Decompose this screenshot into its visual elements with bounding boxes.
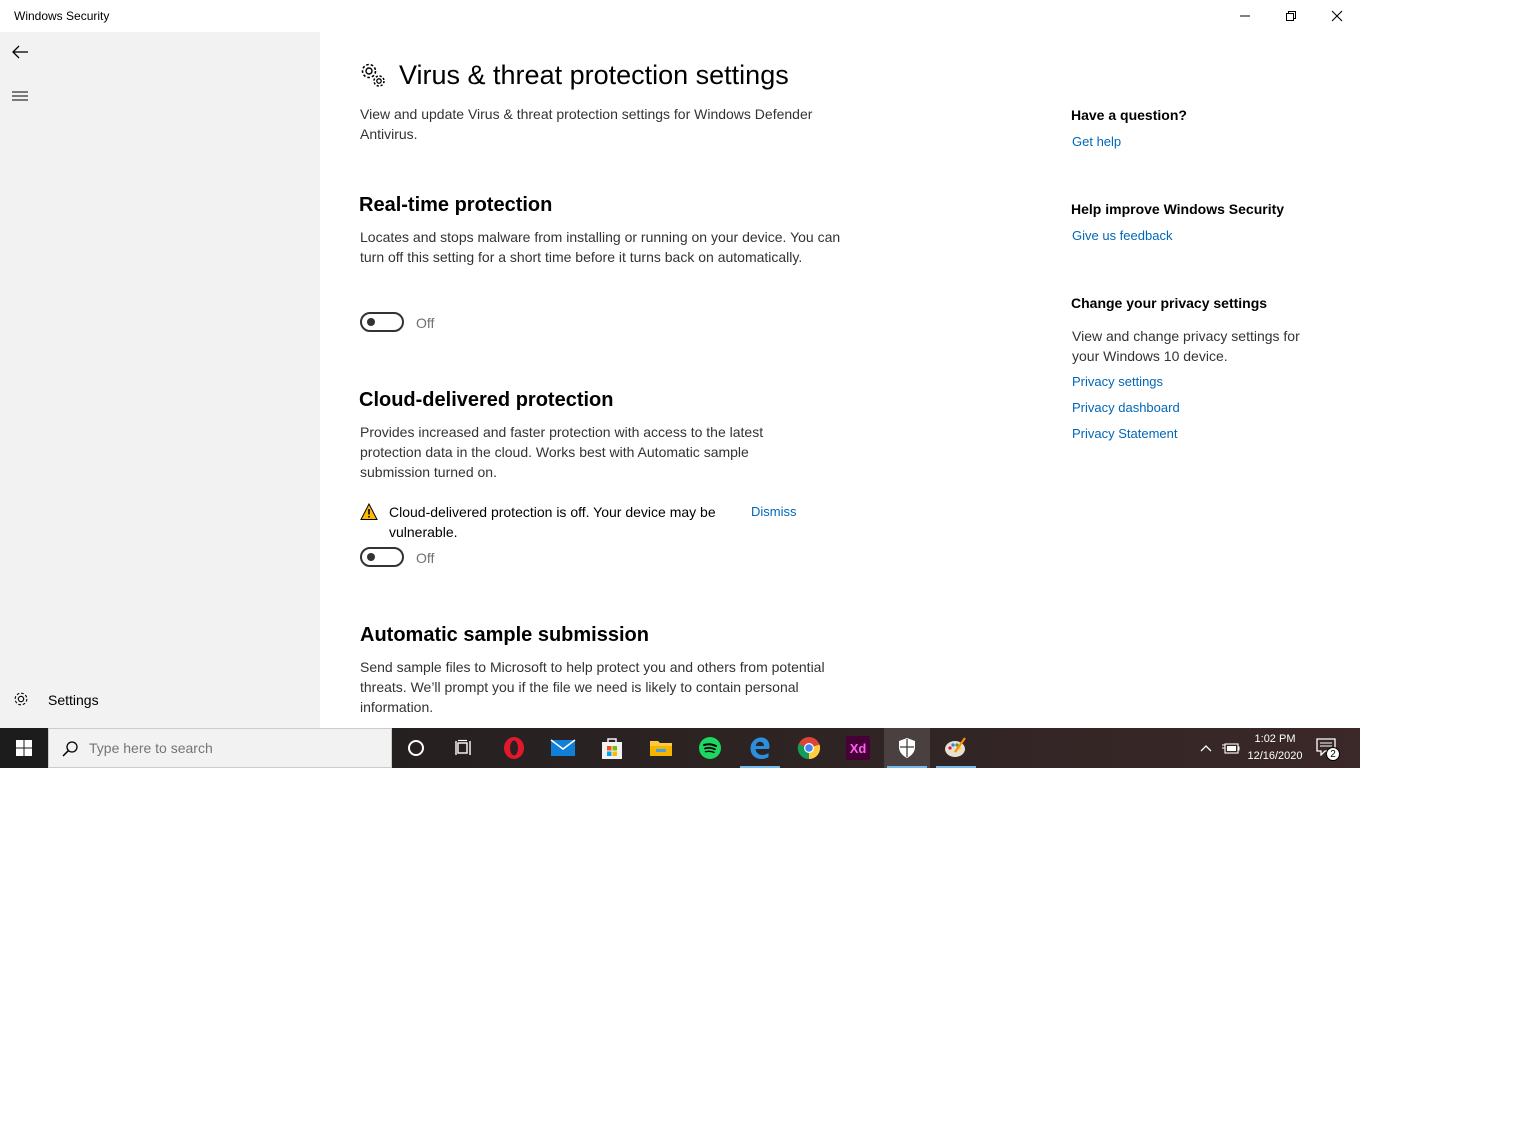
close-button[interactable]	[1314, 0, 1360, 32]
sample-submission-description: Send sample files to Microsoft to help p…	[360, 659, 825, 715]
back-button[interactable]	[8, 40, 32, 64]
show-hidden-icons-button[interactable]	[1196, 738, 1216, 758]
help-panel: Have a question? Get help Help improve W…	[1071, 32, 1341, 728]
taskbar-clock[interactable]: 1:02 PM 12/16/2020	[1244, 731, 1306, 765]
opera-icon	[504, 737, 524, 759]
privacy-dashboard-link[interactable]: Privacy dashboard	[1072, 400, 1180, 415]
give-feedback-link[interactable]: Give us feedback	[1072, 228, 1172, 243]
taskbar-spotify[interactable]	[687, 728, 733, 768]
search-icon	[62, 741, 78, 757]
dismiss-link[interactable]: Dismiss	[751, 502, 797, 522]
paint-icon	[945, 737, 966, 757]
taskbar-store[interactable]	[589, 728, 635, 768]
mail-icon	[550, 739, 576, 756]
edge-icon	[750, 737, 770, 759]
battery-button[interactable]	[1220, 738, 1242, 758]
hamburger-icon	[12, 91, 28, 101]
taskbar-search-box[interactable]	[48, 728, 392, 768]
page-description: View and update Virus & threat protectio…	[360, 106, 813, 142]
page-title: Virus & threat protection settings	[399, 59, 789, 90]
adobe-xd-label: Xd	[850, 741, 867, 756]
chevron-up-icon	[1200, 745, 1212, 752]
running-indicator	[740, 766, 780, 768]
adobe-xd-icon: Xd	[846, 736, 870, 760]
battery-charging-icon	[1222, 743, 1240, 754]
sample-submission-heading: Automatic sample submission	[360, 624, 649, 646]
warning-icon	[360, 503, 378, 520]
warning-text: Cloud-delivered protection is off. Your …	[389, 504, 716, 540]
running-indicator	[887, 766, 927, 768]
windows-security-window: Windows Security Settings Virus & threat…	[0, 0, 1360, 728]
chrome-icon	[797, 737, 821, 760]
minimize-icon	[1240, 15, 1250, 17]
realtime-protection-heading: Real-time protection	[359, 194, 553, 216]
taskbar-windows-security[interactable]	[884, 728, 930, 768]
realtime-toggle-state: Off	[416, 315, 435, 331]
running-indicator	[936, 766, 976, 768]
cloud-protection-heading: Cloud-delivered protection	[359, 389, 614, 411]
cortana-icon	[408, 740, 424, 756]
sidebar-item-label: Settings	[48, 692, 99, 708]
privacy-heading: Change your privacy settings	[1071, 295, 1268, 311]
taskbar: Xd 1:02 PM 12/16/2020 2	[0, 728, 1360, 768]
taskbar-paint[interactable]	[933, 728, 979, 768]
realtime-protection-description: Locates and stops malware from installin…	[360, 229, 841, 265]
toggle-knob	[367, 318, 375, 326]
cloud-toggle-state: Off	[416, 550, 435, 566]
notification-count-badge: 2	[1326, 747, 1340, 761]
task-view-icon	[455, 739, 471, 755]
question-heading: Have a question?	[1071, 107, 1187, 123]
task-view-button[interactable]	[441, 728, 487, 768]
taskbar-chrome[interactable]	[786, 728, 832, 768]
search-input[interactable]	[89, 729, 379, 767]
toggle-knob	[367, 553, 375, 561]
restore-icon	[1286, 11, 1296, 21]
improve-heading: Help improve Windows Security	[1071, 201, 1285, 217]
taskbar-mail[interactable]	[540, 728, 586, 768]
minimize-button[interactable]	[1222, 0, 1268, 32]
taskbar-opera[interactable]	[491, 728, 537, 768]
sidebar-item-settings[interactable]: Settings	[0, 686, 320, 716]
store-icon	[602, 738, 622, 759]
main-content: Virus & threat protection settings View …	[320, 32, 1060, 728]
cloud-protection-description: Provides increased and faster protection…	[360, 424, 764, 480]
spotify-icon	[699, 737, 721, 759]
start-button[interactable]	[0, 728, 48, 768]
close-icon	[1331, 10, 1343, 22]
gear-icon	[14, 692, 28, 706]
action-center-button[interactable]: 2	[1314, 736, 1344, 762]
windows-security-icon	[899, 738, 915, 758]
back-arrow-icon	[12, 45, 28, 59]
realtime-protection-toggle[interactable]	[360, 312, 404, 332]
cloud-protection-toggle[interactable]	[360, 547, 404, 567]
sidebar: Settings	[0, 32, 320, 728]
hamburger-menu-button[interactable]	[8, 84, 32, 108]
gears-icon	[361, 63, 385, 87]
taskbar-adobe-xd[interactable]: Xd	[835, 728, 881, 768]
privacy-settings-link[interactable]: Privacy settings	[1072, 374, 1163, 389]
cloud-warning: Cloud-delivered protection is off. Your …	[360, 502, 860, 544]
clock-time: 1:02 PM	[1254, 733, 1296, 745]
cortana-button[interactable]	[393, 728, 439, 768]
window-title: Windows Security	[14, 9, 110, 23]
title-bar: Windows Security	[0, 0, 1360, 32]
clock-date: 12/16/2020	[1247, 750, 1303, 762]
privacy-description: View and change privacy settings for you…	[1072, 328, 1300, 364]
taskbar-edge[interactable]	[737, 728, 783, 768]
restore-button[interactable]	[1268, 0, 1314, 32]
privacy-statement-link[interactable]: Privacy Statement	[1072, 426, 1178, 441]
taskbar-file-explorer[interactable]	[638, 728, 684, 768]
page-header: Virus & threat protection settings	[360, 58, 789, 92]
windows-logo-icon	[16, 740, 32, 756]
file-explorer-icon	[650, 741, 672, 756]
get-help-link[interactable]: Get help	[1072, 134, 1121, 149]
